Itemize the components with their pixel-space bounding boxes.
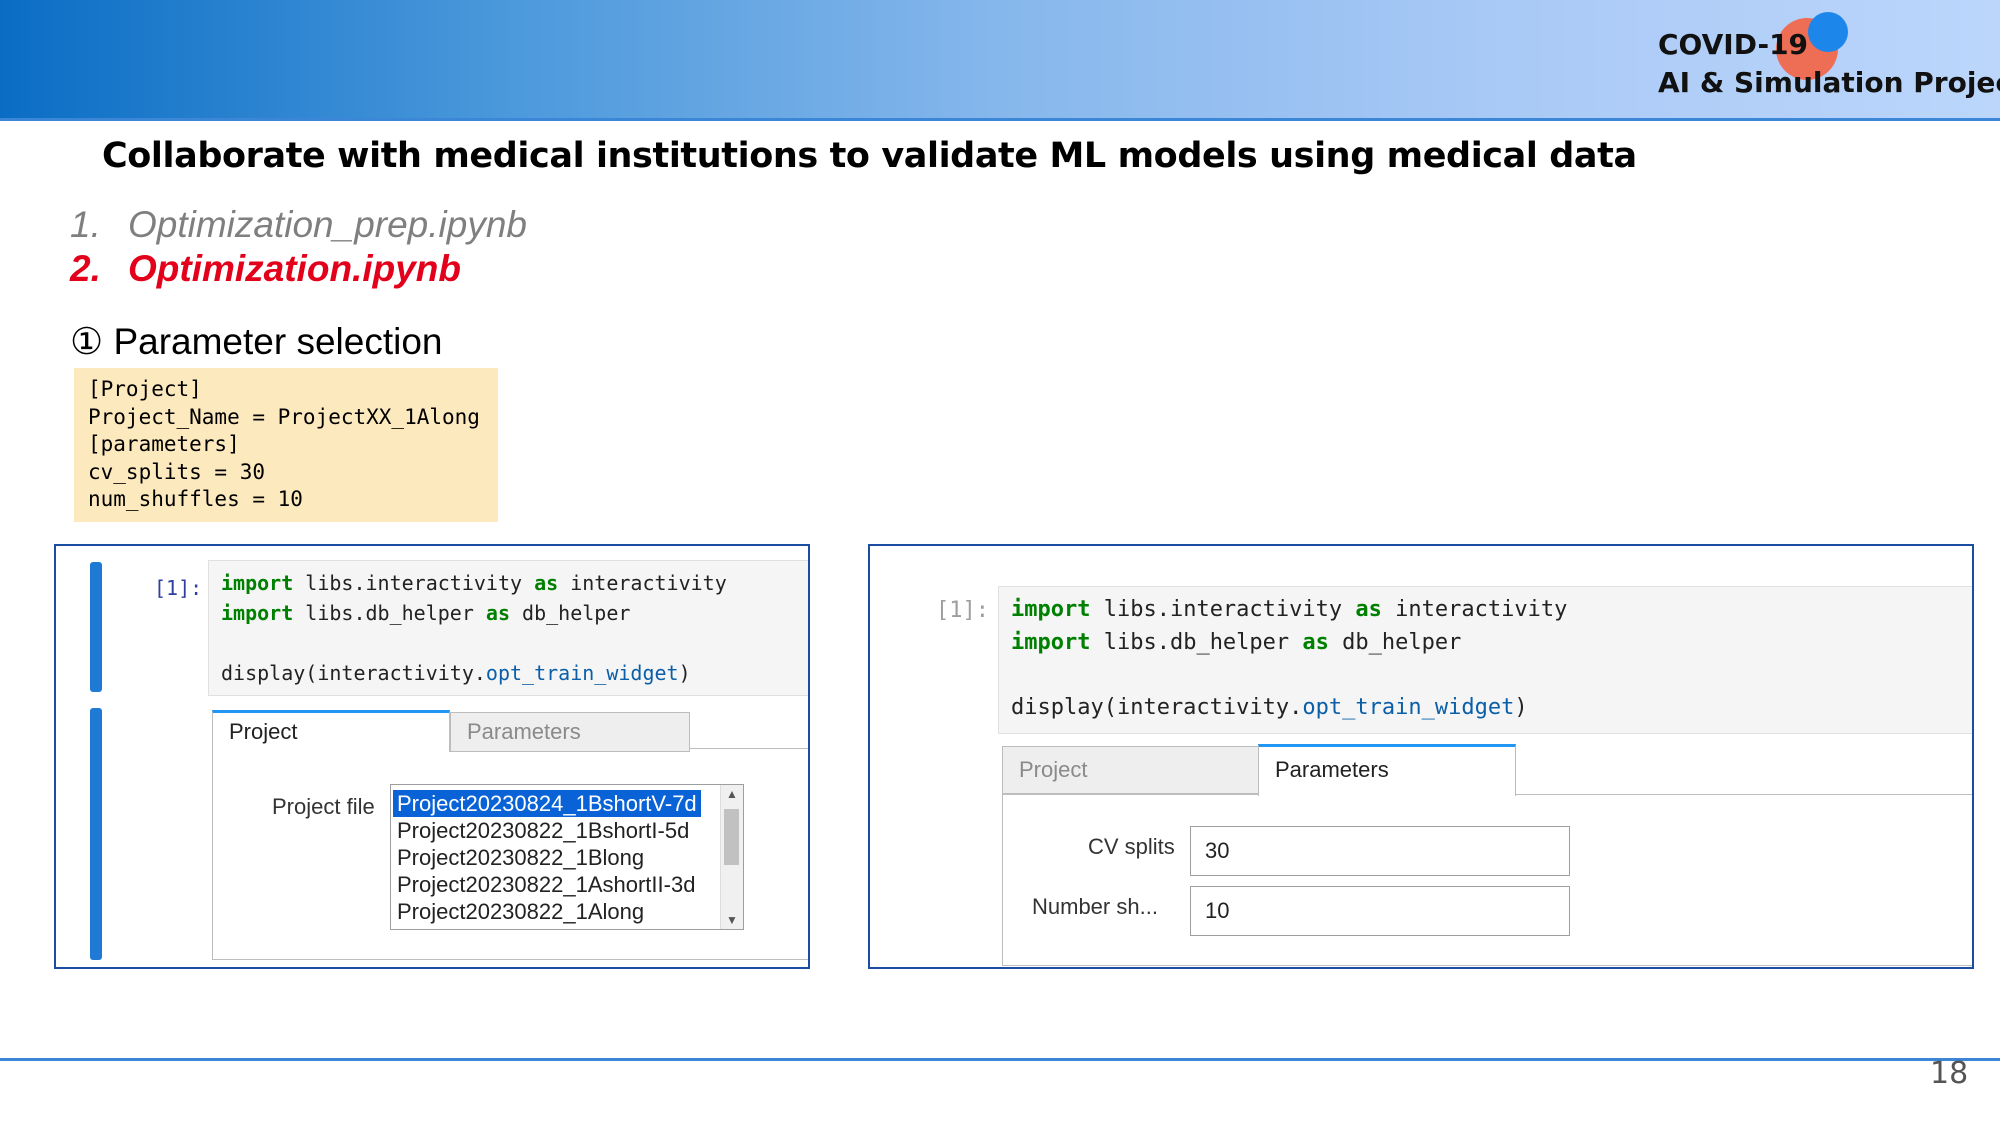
scroll-down-arrow-icon[interactable]: ▼ <box>721 911 743 929</box>
code-cell[interactable]: import libs.interactivity as interactivi… <box>998 586 1972 734</box>
tab-parameters[interactable]: Parameters <box>1258 744 1516 796</box>
page-number: 18 <box>1930 1056 1969 1091</box>
notebook-panel-project-tab: [1]: import libs.interactivity as intera… <box>54 544 810 969</box>
project-file-label: Project file <box>272 794 375 819</box>
project-file-option[interactable]: Project20230822_1BshortI-5d <box>393 817 693 844</box>
brand-line-1: COVID-19 <box>1658 28 1809 61</box>
code-line-1: import libs.interactivity as interactivi… <box>221 571 727 595</box>
tab-parameters[interactable]: Parameters <box>450 712 690 752</box>
widget-tab-panel <box>1002 794 1972 966</box>
code-line-3: display(interactivity.opt_train_widget) <box>221 661 691 685</box>
listbox-scrollbar[interactable]: ▲ ▼ <box>720 785 743 929</box>
project-file-listbox[interactable]: Project20230824_1BshortV-7d Project20230… <box>390 784 744 930</box>
config-line: Project_Name = ProjectXX_1Along <box>88 404 480 429</box>
code-line-2: import libs.db_helper as db_helper <box>221 601 631 625</box>
footer-divider <box>0 1058 2000 1061</box>
config-line: [parameters] <box>88 432 240 456</box>
config-line: cv_splits = 30 <box>88 459 266 484</box>
step-2-notebook-name: Optimization.ipynb <box>128 248 461 289</box>
cell-prompt: [1]: <box>154 576 203 600</box>
cv-splits-input[interactable]: 30 <box>1190 826 1570 876</box>
tab-project[interactable]: Project <box>212 710 450 752</box>
brand-line-2: AI & Simulation Project <box>1658 66 2000 99</box>
output-selection-bar[interactable] <box>90 708 102 960</box>
code-line-3: display(interactivity.opt_train_widget) <box>1011 695 1528 720</box>
num-shuffles-input[interactable]: 10 <box>1190 886 1570 936</box>
scroll-up-arrow-icon[interactable]: ▲ <box>721 785 743 803</box>
step-1-notebook-name: Optimization_prep.ipynb <box>128 204 527 245</box>
cell-selection-bar[interactable] <box>90 562 102 692</box>
step-1-number: 1. <box>70 204 101 245</box>
config-line: [Project] <box>88 377 202 401</box>
tab-project[interactable]: Project <box>1002 746 1260 794</box>
code-cell[interactable]: import libs.interactivity as interactivi… <box>208 560 808 696</box>
code-line-2: import libs.db_helper as db_helper <box>1011 630 1462 655</box>
cell-prompt: [1]: <box>936 598 989 623</box>
header-divider <box>0 118 2000 121</box>
slide-title: Collaborate with medical institutions to… <box>102 136 1637 176</box>
step-2-number: 2. <box>70 248 101 289</box>
config-file-box: [Project] Project_Name = ProjectXX_1Alon… <box>74 368 498 522</box>
code-line-1: import libs.interactivity as interactivi… <box>1011 597 1568 622</box>
cv-splits-label: CV splits <box>1088 834 1175 859</box>
project-file-option[interactable]: Project20230822_1AshortII-3d <box>393 871 699 898</box>
notebook-panel-parameters-tab: [1]: import libs.interactivity as intera… <box>868 544 1974 969</box>
config-line: num_shuffles = 10 <box>88 487 303 511</box>
project-file-option[interactable]: Project20230824_1BshortV-7d <box>393 790 701 817</box>
project-file-option[interactable]: Project20230822_1Along <box>393 898 648 925</box>
num-shuffles-label: Number sh... <box>1032 894 1158 919</box>
logo-blue-circle <box>1808 12 1848 52</box>
section-heading: ① Parameter selection <box>70 321 443 362</box>
scroll-thumb[interactable] <box>724 809 739 865</box>
project-file-option[interactable]: Project20230822_1Blong <box>393 844 648 871</box>
